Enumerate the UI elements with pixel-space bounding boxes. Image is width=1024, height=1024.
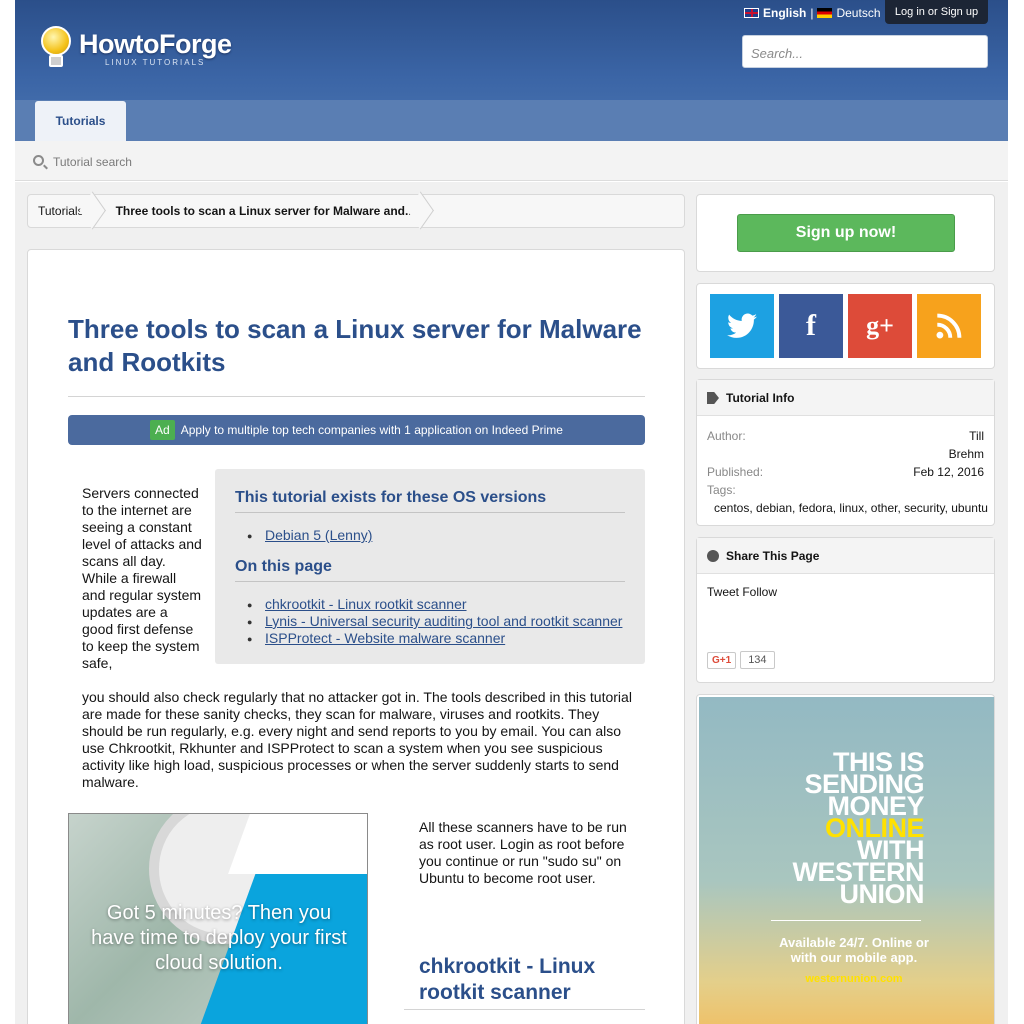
site-header: HowtoForge LINUX TUTORIALS Tutorials bbox=[15, 0, 1008, 141]
cloud-ad-banner[interactable]: Got 5 minutes? Then you have time to dep… bbox=[68, 813, 368, 1024]
os-version-item[interactable]: Debian 5 (Lenny) bbox=[247, 527, 625, 545]
tag-list[interactable]: centos, debian, fedora, linux, other, se… bbox=[714, 501, 988, 515]
lang-english[interactable]: English bbox=[763, 6, 806, 20]
intro-paragraph-start: Servers connected to the internet are se… bbox=[82, 485, 202, 671]
rss-icon[interactable] bbox=[917, 294, 981, 358]
lang-deutsch[interactable]: Deutsch bbox=[836, 6, 880, 20]
german-flag-icon bbox=[817, 8, 833, 18]
site-logo[interactable]: HowtoForge LINUX TUTORIALS bbox=[39, 26, 232, 70]
toc-link-ispprotect[interactable]: ISPProtect - Website malware scanner bbox=[247, 630, 625, 648]
gplus-one-button[interactable]: G+1 bbox=[707, 651, 737, 669]
uk-flag-icon bbox=[744, 8, 759, 18]
tutorial-info-card: Tutorial Info Author: Till Brehm Publish… bbox=[696, 379, 995, 526]
language-switcher: English | Deutsch bbox=[744, 6, 881, 20]
section-divider bbox=[404, 1009, 645, 1010]
tags-label: Tags: bbox=[707, 483, 736, 497]
tutorial-info-heading: Tutorial Info bbox=[697, 380, 994, 416]
wu-link: westernunion.com bbox=[805, 973, 903, 985]
globe-icon bbox=[707, 550, 719, 562]
tutorial-search-bar[interactable]: Tutorial search bbox=[15, 141, 1008, 181]
ad-badge: Ad bbox=[150, 420, 175, 440]
ad-text: Apply to multiple top tech companies wit… bbox=[180, 423, 563, 437]
tweet-follow-links[interactable]: Tweet Follow bbox=[707, 585, 777, 599]
breadcrumb: Tutorials Three tools to scan a Linux se… bbox=[27, 194, 685, 228]
published-label: Published: bbox=[707, 465, 764, 479]
lang-separator: | bbox=[810, 6, 814, 20]
social-links-card: f g+ bbox=[696, 283, 995, 369]
toc-link-chkrootkit[interactable]: chkrootkit - Linux rootkit scanner bbox=[247, 596, 625, 614]
article-card: Three tools to scan a Linux server for M… bbox=[27, 249, 685, 1024]
nav-band bbox=[15, 100, 1008, 141]
facebook-icon[interactable]: f bbox=[779, 294, 843, 358]
cloud-ad-text: Got 5 minutes? Then you have time to dep… bbox=[91, 902, 347, 974]
on-this-page-heading: On this page bbox=[235, 558, 625, 582]
share-heading: Share This Page bbox=[697, 538, 994, 574]
os-versions-list: Debian 5 (Lenny) bbox=[247, 527, 625, 545]
gplus-count: 134 bbox=[740, 651, 775, 669]
page-title: Three tools to scan a Linux server for M… bbox=[68, 314, 642, 377]
search-input[interactable]: Search... bbox=[742, 35, 988, 68]
page-sections-list: chkrootkit - Linux rootkit scanner Lynis… bbox=[247, 596, 625, 648]
author-last-name[interactable]: Brehm bbox=[949, 447, 984, 461]
google-plus-one[interactable]: G+1 134 bbox=[707, 651, 775, 669]
twitter-icon[interactable] bbox=[710, 294, 774, 358]
author-first-name[interactable]: Till bbox=[969, 429, 984, 443]
table-of-contents: This tutorial exists for these OS versio… bbox=[215, 469, 645, 664]
breadcrumb-tutorials[interactable]: Tutorials bbox=[28, 195, 98, 227]
western-union-ad[interactable]: THIS IS SENDING MONEY ONLINE WITH WESTER… bbox=[696, 694, 995, 1024]
login-button[interactable]: Log in or Sign up bbox=[885, 0, 988, 24]
title-divider bbox=[68, 396, 645, 397]
google-plus-icon[interactable]: g+ bbox=[848, 294, 912, 358]
root-user-paragraph: All these scanners have to be run as roo… bbox=[419, 819, 627, 886]
toc-link-lynis[interactable]: Lynis - Universal security auditing tool… bbox=[247, 613, 625, 631]
signup-button[interactable]: Sign up now! bbox=[737, 214, 955, 252]
intro-paragraph-continued: you should also check regularly that no … bbox=[82, 689, 632, 790]
logo-name: HowtoForge bbox=[79, 28, 232, 59]
published-date: Feb 12, 2016 bbox=[913, 465, 984, 479]
indeed-ad-bar[interactable]: Ad Apply to multiple top tech companies … bbox=[68, 415, 645, 445]
search-icon bbox=[33, 155, 44, 166]
signup-card: Sign up now! bbox=[696, 194, 995, 272]
breadcrumb-current[interactable]: Three tools to scan a Linux server for M… bbox=[98, 195, 426, 227]
author-label: Author: bbox=[707, 429, 746, 443]
os-versions-heading: This tutorial exists for these OS versio… bbox=[235, 489, 625, 513]
wu-headline: THIS IS SENDING MONEY ONLINE WITH WESTER… bbox=[792, 747, 925, 909]
share-card: Share This Page Tweet Follow G+1 134 bbox=[696, 537, 995, 683]
tutorial-search-label: Tutorial search bbox=[53, 155, 132, 169]
tag-icon bbox=[707, 392, 719, 404]
wu-subtext: Available 24/7. Online or with our mobil… bbox=[779, 935, 929, 965]
lightbulb-icon bbox=[39, 26, 73, 70]
section-heading-chkrootkit: chkrootkit - Linux rootkit scanner bbox=[419, 955, 596, 1004]
western-union-ad-image: THIS IS SENDING MONEY ONLINE WITH WESTER… bbox=[699, 697, 994, 1024]
tab-tutorials[interactable]: Tutorials bbox=[35, 101, 126, 141]
